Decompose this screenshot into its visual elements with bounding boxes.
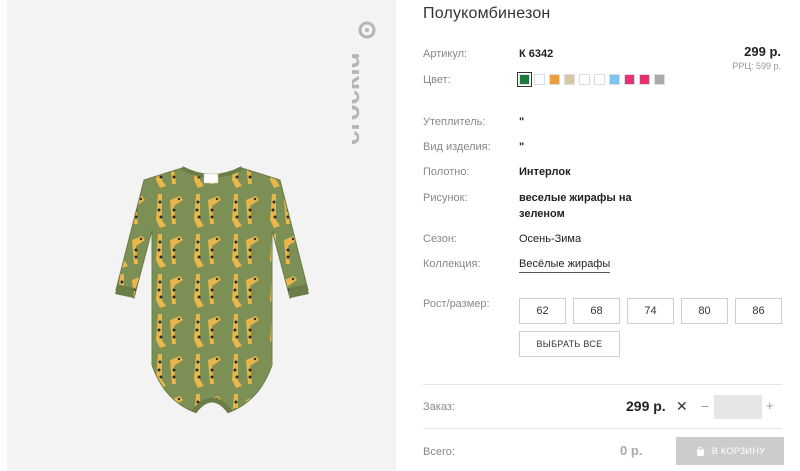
add-to-cart-label: В КОРЗИНУ	[711, 446, 766, 456]
product-image-panel: crockid	[7, 0, 396, 471]
pattern-value-line1: веселые жирафы на	[519, 192, 632, 204]
size-option-86[interactable]: 86	[735, 298, 782, 324]
total-value: 0 р.	[620, 443, 643, 458]
color-swatch-7[interactable]	[609, 74, 620, 85]
season-label: Сезон:	[423, 233, 457, 245]
insulation-value: "	[519, 116, 525, 128]
quantity-input[interactable]	[714, 395, 762, 419]
size-label: Рост/размер:	[423, 298, 490, 310]
order-price: 299 р.	[626, 398, 666, 414]
select-all-sizes-button[interactable]: ВЫБРАТЬ ВСЕ	[519, 331, 620, 357]
size-option-68[interactable]: 68	[573, 298, 620, 324]
color-swatch-10[interactable]	[654, 74, 665, 85]
fabric-value: Интерлок	[519, 166, 571, 178]
total-label: Всего:	[423, 446, 455, 458]
remove-order-icon[interactable]: ✕	[676, 398, 688, 415]
pattern-value-line2: зеленом	[519, 208, 565, 220]
product-price: 299 р.	[744, 44, 781, 59]
fabric-label: Полотно:	[423, 166, 470, 178]
color-swatch-8[interactable]	[624, 74, 635, 85]
color-swatch-1[interactable]	[517, 72, 532, 87]
brand-logo: crockid	[335, 20, 382, 160]
divider-total	[423, 428, 782, 429]
product-title: Полукомбинезон	[423, 5, 551, 22]
article-label: Артикул:	[423, 48, 468, 60]
size-option-62[interactable]: 62	[519, 298, 566, 324]
svg-text:crockid: crockid	[352, 53, 365, 146]
size-option-74[interactable]: 74	[627, 298, 674, 324]
collection-label: Коллекция:	[423, 258, 481, 270]
color-swatch-6[interactable]	[594, 74, 605, 85]
increase-quantity-button[interactable]: +	[766, 398, 774, 413]
color-label: Цвет:	[423, 74, 451, 86]
collection-link[interactable]: Весёлые жирафы	[519, 258, 611, 273]
decrease-quantity-button[interactable]: −	[701, 398, 709, 414]
insulation-label: Утеплитель:	[423, 116, 486, 128]
recommended-retail-price: РРЦ: 599 р.	[732, 61, 781, 71]
color-swatch-3[interactable]	[549, 74, 560, 85]
color-swatch-5[interactable]	[579, 74, 590, 85]
product-photo-bodysuit	[112, 150, 312, 430]
shopping-bag-icon	[696, 445, 705, 456]
product-details: Полукомбинезон Артикул: К 6342 299 р. РР…	[423, 0, 793, 471]
divider-order	[423, 384, 782, 385]
size-options: 62 68 74 80 86	[519, 298, 782, 324]
pattern-label: Рисунок:	[423, 192, 468, 204]
season-value: Осень-Зима	[519, 233, 582, 245]
item-type-label: Вид изделия:	[423, 141, 491, 153]
item-type-value: "	[519, 141, 525, 153]
order-label: Заказ:	[423, 401, 455, 413]
article-value: К 6342	[519, 48, 554, 60]
color-swatch-2[interactable]	[534, 74, 545, 85]
size-option-80[interactable]: 80	[681, 298, 728, 324]
color-swatch-4[interactable]	[564, 74, 575, 85]
color-swatch-9[interactable]	[639, 74, 650, 85]
color-swatches	[517, 72, 669, 92]
add-to-cart-button[interactable]: В КОРЗИНУ	[676, 437, 784, 465]
